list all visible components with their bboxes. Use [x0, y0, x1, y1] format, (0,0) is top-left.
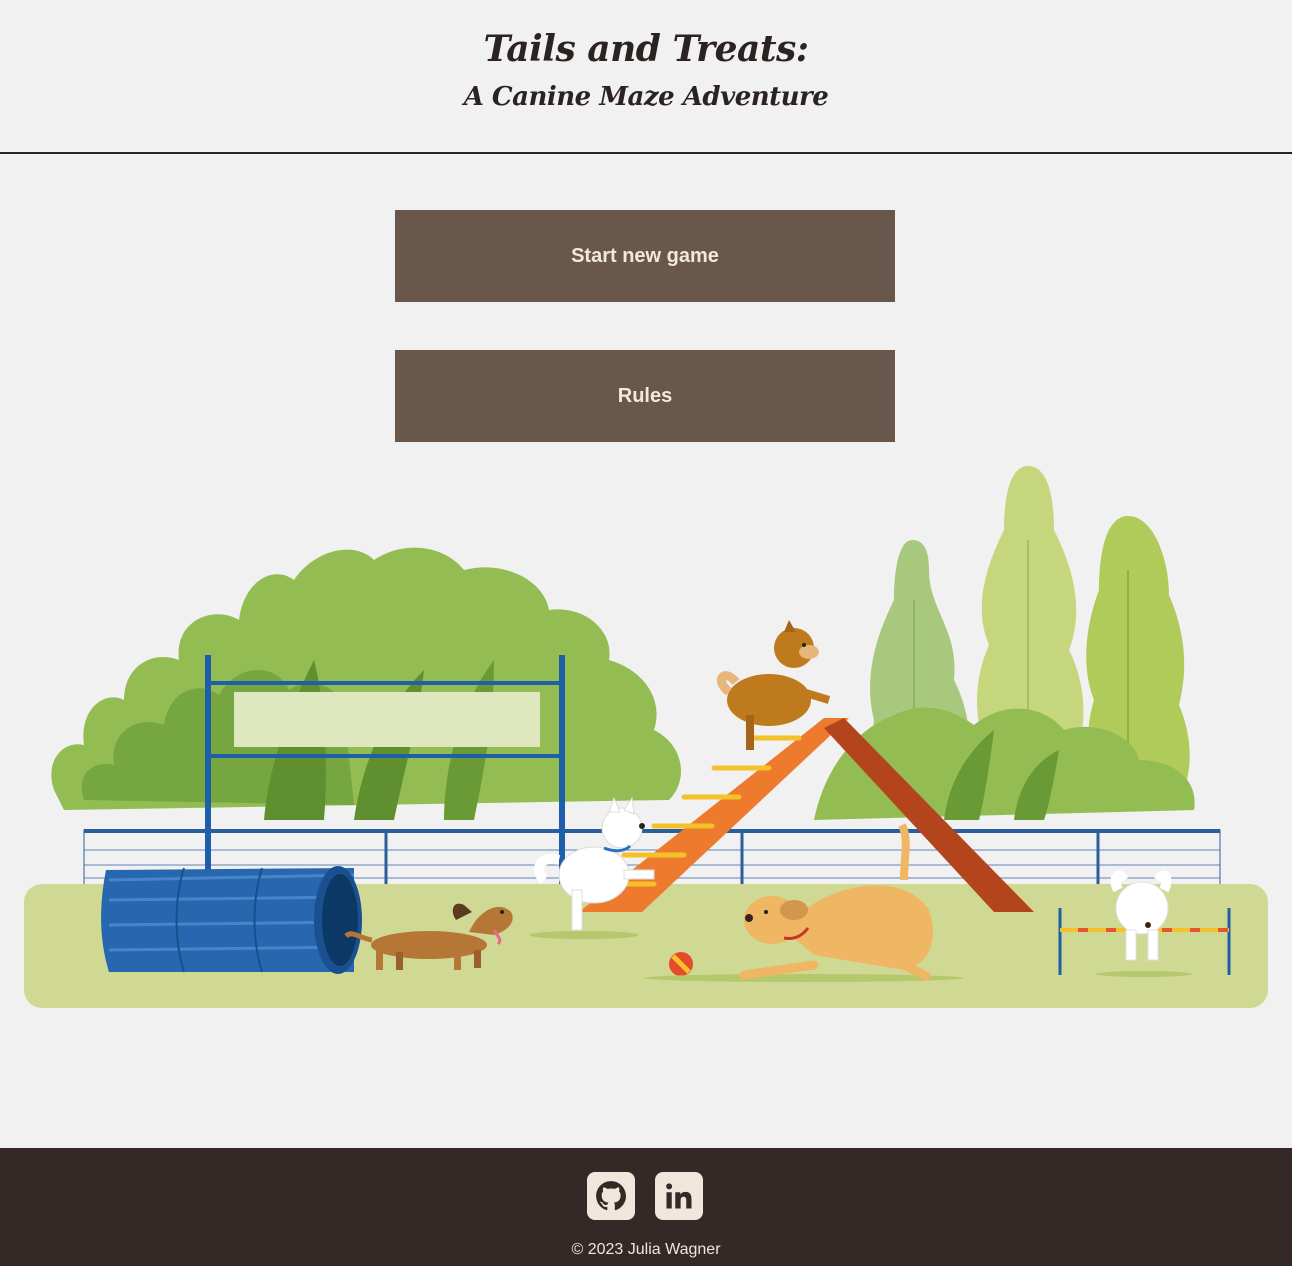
github-link[interactable] [587, 1172, 635, 1220]
copyright-text: © 2023 Julia Wagner [571, 1241, 721, 1258]
agility-tunnel [101, 866, 362, 974]
ball [669, 952, 693, 976]
site-header: Tails and Treats: A Canine Maze Adventur… [0, 0, 1292, 154]
github-icon [596, 1181, 627, 1211]
page: Tails and Treats: A Canine Maze Adventur… [0, 0, 1292, 1266]
linkedin-link[interactable] [655, 1172, 703, 1220]
page-subtitle: A Canine Maze Adventure [463, 82, 829, 112]
start-new-game-button[interactable]: Start new game [395, 210, 895, 302]
dog-agility-park-illustration [24, 466, 1268, 1008]
linkedin-icon [666, 1183, 692, 1209]
rules-button[interactable]: Rules [395, 350, 895, 442]
page-title: Tails and Treats: [483, 28, 809, 70]
site-footer: © 2023 Julia Wagner [0, 1148, 1292, 1266]
